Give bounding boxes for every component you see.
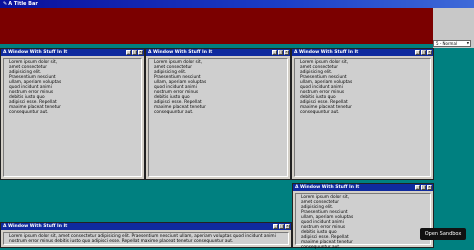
minimize-button[interactable]: _ [126,50,131,55]
window-text: Lorem ipsum dolor sit, amet consectetur … [9,234,276,244]
minimize-button[interactable]: _ [415,50,420,55]
window-title-bar[interactable]: A Window With Stuff In It _ □ ✕ [292,49,433,56]
close-button[interactable]: ✕ [427,185,432,190]
window-4[interactable]: A Window With Stuff In It _ □ ✕ Lorem ip… [292,183,434,250]
app-title: A Title Bar [8,1,38,7]
window-title: A Window With Stuff In It [3,224,68,229]
window-3[interactable]: A Window With Stuff In It _ □ ✕ Lorem ip… [291,48,434,180]
window-title: A Window With Stuff In It [148,50,213,55]
window-2[interactable]: A Window With Stuff In It _ □ ✕ Lorem ip… [145,48,291,180]
window-text: Lorem ipsum dolor sit, amet consectetur … [300,60,353,115]
window-title-bar[interactable]: A Window With Stuff In It _ □ ✕ [1,49,144,56]
priority-select[interactable]: 5 - Normal ▼ [433,40,471,47]
window-title-bar[interactable]: A Window With Stuff In It _ □ ✕ [146,49,290,56]
window-1[interactable]: A Window With Stuff In It _ □ ✕ Lorem ip… [0,48,145,180]
window-5[interactable]: A Window With Stuff In It _ □ ✕ Lorem ip… [0,222,292,248]
header-banner [0,8,433,44]
window-content: Lorem ipsum dolor sit, amet consectetur … [3,58,142,177]
close-button[interactable]: ✕ [427,50,432,55]
maximize-button[interactable]: □ [421,50,426,55]
window-text: Lorem ipsum dolor sit, amet consectetur … [301,195,354,250]
window-content: Lorem ipsum dolor sit, amet consectetur … [295,193,431,250]
maximize-button[interactable]: □ [278,50,283,55]
window-title: A Window With Stuff In It [295,185,360,190]
window-title: A Window With Stuff In It [294,50,359,55]
maximize-button[interactable]: □ [421,185,426,190]
close-button[interactable]: ✕ [285,224,290,229]
app-title-bar: ✎A Title Bar [0,0,474,8]
window-title-bar[interactable]: A Window With Stuff In It _ □ ✕ [293,184,433,191]
window-title-bar[interactable]: A Window With Stuff In It _ □ ✕ [1,223,291,230]
close-button[interactable]: ✕ [284,50,289,55]
window-content: Lorem ipsum dolor sit, amet consectetur … [294,58,431,177]
maximize-button[interactable]: □ [132,50,137,55]
window-text: Lorem ipsum dolor sit, amet consectetur … [154,60,207,115]
window-title: A Window With Stuff In It [3,50,68,55]
window-content: Lorem ipsum dolor sit, amet consectetur … [148,58,288,177]
minimize-button[interactable]: _ [415,185,420,190]
app-icon: ✎ [3,1,8,7]
minimize-button[interactable]: _ [272,50,277,55]
minimize-button[interactable]: _ [273,224,278,229]
open-sandbox-button[interactable]: Open Sandbox [420,228,466,240]
close-button[interactable]: ✕ [138,50,143,55]
window-text: Lorem ipsum dolor sit, amet consectetur … [9,60,62,115]
window-content: Lorem ipsum dolor sit, amet consectetur … [3,232,289,245]
maximize-button[interactable]: □ [279,224,284,229]
chevron-down-icon: ▼ [466,41,469,45]
priority-select-value: 5 - Normal [436,41,458,46]
